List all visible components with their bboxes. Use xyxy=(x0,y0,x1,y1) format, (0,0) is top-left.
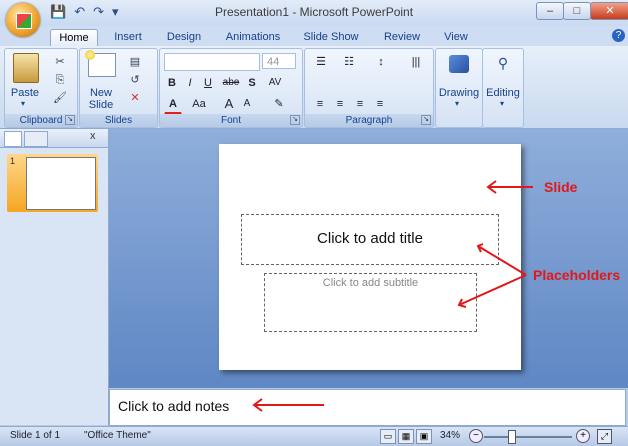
tab-design[interactable]: Design xyxy=(162,29,206,46)
subtitle-placeholder[interactable]: Click to add subtitle xyxy=(264,273,477,332)
new-slide-button[interactable]: New Slide xyxy=(80,87,122,111)
font-size-field[interactable]: 44 xyxy=(262,53,296,69)
slides-tab-icon[interactable] xyxy=(4,131,22,147)
window-title: Presentation1 - Microsoft PowerPoint xyxy=(214,5,414,19)
new-slide-icon xyxy=(85,50,116,77)
subtitle-placeholder-text: Click to add subtitle xyxy=(322,277,419,289)
clear-formatting-icon[interactable]: ✎ xyxy=(270,95,288,113)
status-bar: Slide 1 of 1 "Office Theme" ▭ ▦ ▣ 34% − … xyxy=(0,426,628,446)
editing-button[interactable]: Editing xyxy=(483,87,523,99)
notes-placeholder: Click to add notes xyxy=(118,398,230,414)
tab-home[interactable]: Home xyxy=(50,29,98,47)
align-center-icon[interactable]: ≡ xyxy=(331,95,349,113)
slide-sorter-view-icon[interactable]: ▦ xyxy=(398,429,414,444)
tab-animations[interactable]: Animations xyxy=(222,29,284,46)
format-painter-icon[interactable]: 🖌 xyxy=(53,91,67,105)
theme-status[interactable]: "Office Theme" xyxy=(84,430,151,441)
font-name-field[interactable] xyxy=(164,53,260,71)
zoom-out-button[interactable]: − xyxy=(469,429,483,443)
cut-icon[interactable]: ✂ xyxy=(53,55,67,69)
grow-font-button[interactable]: A xyxy=(220,95,238,113)
justify-icon[interactable]: ≡ xyxy=(371,95,389,113)
help-icon[interactable]: ? xyxy=(612,29,625,42)
strikethrough-button[interactable]: abe xyxy=(218,74,244,92)
slide-count-status: Slide 1 of 1 xyxy=(10,430,61,441)
close-button[interactable]: ✕ xyxy=(590,2,628,20)
tab-view[interactable]: View xyxy=(438,29,474,46)
zoom-in-button[interactable]: + xyxy=(576,429,590,443)
slide-show-view-icon[interactable]: ▣ xyxy=(416,429,432,444)
sparkle-icon xyxy=(85,50,95,60)
placeholders-annotation: Placeholders xyxy=(533,267,621,283)
align-right-icon[interactable]: ≡ xyxy=(351,95,369,113)
slides-group-label: Slides xyxy=(80,114,157,127)
tab-insert[interactable]: Insert xyxy=(108,29,148,46)
paste-button[interactable]: Paste xyxy=(7,87,43,99)
title-bar: 💾 ↶ ↷ ▾ Presentation1 - Microsoft PowerP… xyxy=(0,0,628,27)
slide-thumbnail[interactable] xyxy=(26,157,96,210)
paragraph-group: ☰ ☷ ↕ ||| ≡ ≡ ≡ ≡ Paragraph ↘ xyxy=(304,48,434,128)
columns-icon[interactable]: ||| xyxy=(405,53,427,71)
view-buttons: ▭ ▦ ▣ xyxy=(380,429,432,444)
shrink-font-button[interactable]: A xyxy=(238,95,256,113)
office-button[interactable] xyxy=(6,3,40,37)
copy-icon[interactable]: ⎘ xyxy=(53,73,67,87)
binoculars-icon: ⚲ xyxy=(497,55,509,71)
delete-slide-icon[interactable]: ✕ xyxy=(128,91,142,105)
ribbon: Paste ▾ ✂ ⎘ 🖌 Clipboard ↘ New Slide ▤ ↺ … xyxy=(0,46,628,129)
paste-icon xyxy=(13,53,39,83)
drawing-group[interactable]: Drawing ▾ xyxy=(435,48,483,128)
outline-tab-icon[interactable] xyxy=(24,131,48,147)
clipboard-launcher-icon[interactable]: ↘ xyxy=(65,115,75,125)
underline-button[interactable]: U xyxy=(200,74,216,92)
normal-view-icon[interactable]: ▭ xyxy=(380,429,396,444)
maximize-button[interactable]: □ xyxy=(563,2,591,20)
tab-review[interactable]: Review xyxy=(380,29,424,46)
bullets-icon[interactable]: ☰ xyxy=(311,53,331,71)
layout-icon[interactable]: ▤ xyxy=(128,55,142,69)
bold-button[interactable]: B xyxy=(164,74,180,92)
align-left-icon[interactable]: ≡ xyxy=(311,95,329,113)
clipboard-group: Paste ▾ ✂ ⎘ 🖌 Clipboard ↘ xyxy=(4,48,78,128)
character-spacing-button[interactable]: AV xyxy=(262,74,288,92)
title-placeholder[interactable]: Click to add title xyxy=(241,214,499,265)
slide-annotation: Slide xyxy=(544,179,578,195)
paste-dropdown-icon[interactable]: ▾ xyxy=(21,99,25,108)
reset-icon[interactable]: ↺ xyxy=(128,73,142,87)
font-group-label: Font xyxy=(160,114,302,127)
font-color-button[interactable]: A xyxy=(164,95,182,115)
paragraph-group-label: Paragraph xyxy=(305,114,433,127)
zoom-level[interactable]: 34% xyxy=(440,430,460,441)
slides-group: New Slide ▤ ↺ ✕ Slides xyxy=(79,48,158,128)
paragraph-launcher-icon[interactable]: ↘ xyxy=(421,115,431,125)
line-spacing-icon[interactable]: ↕ xyxy=(371,53,391,71)
office-logo-icon xyxy=(16,13,32,29)
italic-button[interactable]: I xyxy=(182,74,198,92)
font-group: 44 B I U abe S AV A Aa A A ✎ Font ↘ xyxy=(159,48,303,128)
drawing-dropdown-icon[interactable]: ▾ xyxy=(455,99,459,108)
shadow-button[interactable]: S xyxy=(244,74,260,92)
change-case-button[interactable]: Aa xyxy=(188,95,210,113)
pane-tabs: x xyxy=(0,129,108,148)
notes-pane[interactable]: Click to add notes xyxy=(109,389,626,426)
tab-slide-show[interactable]: Slide Show xyxy=(300,29,362,46)
editing-dropdown-icon[interactable]: ▾ xyxy=(500,99,504,108)
ribbon-tab-bar: Home Insert Design Animations Slide Show… xyxy=(0,26,628,47)
title-placeholder-text: Click to add title xyxy=(317,230,423,247)
zoom-slider-thumb[interactable] xyxy=(508,430,516,444)
slides-outline-pane: x 1 xyxy=(0,129,109,425)
zoom-slider[interactable] xyxy=(484,436,572,438)
editing-group[interactable]: ⚲ Editing ▾ xyxy=(482,48,524,128)
numbering-icon[interactable]: ☷ xyxy=(339,53,359,71)
minimize-button[interactable]: – xyxy=(536,2,564,20)
slide-thumbnail-number: 1 xyxy=(10,156,16,166)
shapes-icon xyxy=(449,55,469,73)
close-pane-icon[interactable]: x xyxy=(90,130,96,142)
fit-to-window-icon[interactable]: ⤢ xyxy=(597,429,612,444)
drawing-button[interactable]: Drawing xyxy=(436,87,482,99)
font-launcher-icon[interactable]: ↘ xyxy=(290,115,300,125)
